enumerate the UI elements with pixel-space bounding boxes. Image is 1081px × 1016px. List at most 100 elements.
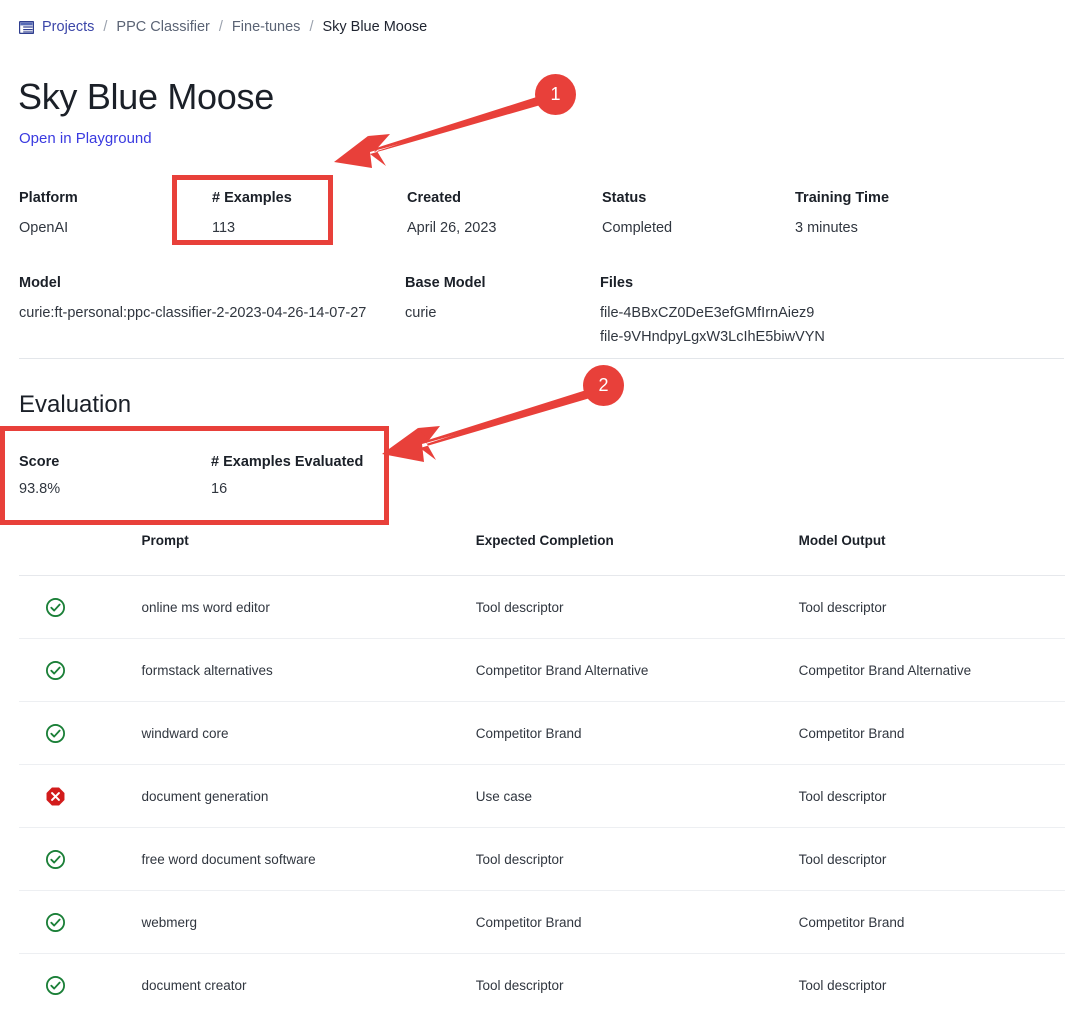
table-row[interactable]: document generationUse caseTool descript… (19, 765, 1065, 828)
column-header-model-output: Model Output (799, 533, 1065, 576)
table-cell-model-output: Competitor Brand Alternative (799, 639, 1065, 702)
table-cell-expected-completion: Competitor Brand Alternative (476, 639, 799, 702)
meta-files-label: Files (600, 273, 900, 293)
table-cell-prompt: free word document software (142, 828, 476, 891)
meta-training-time: Training Time 3 minutes (795, 188, 985, 240)
table-cell-model-output: Tool descriptor (799, 576, 1065, 639)
meta-model-label: Model (19, 273, 405, 293)
table-row[interactable]: online ms word editorTool descriptorTool… (19, 576, 1065, 639)
breadcrumb-item-fine-tunes[interactable]: Fine-tunes (232, 17, 301, 37)
meta-examples-value: 113 (212, 216, 407, 240)
table-cell-prompt: document generation (142, 765, 476, 828)
x-circle-icon (45, 786, 66, 807)
meta-created-value: April 26, 2023 (407, 216, 602, 240)
table-cell-prompt: windward core (142, 702, 476, 765)
evaluation-score-label: Score (19, 452, 211, 472)
table-cell-prompt: document creator (142, 954, 476, 1016)
meta-examples: # Examples 113 (212, 188, 407, 240)
meta-files: Files file-4BBxCZ0DeE3efGMfIrnAiez9 file… (600, 273, 900, 349)
table-cell-prompt: formstack alternatives (142, 639, 476, 702)
check-circle-icon (45, 849, 66, 870)
meta-status-value: Completed (602, 216, 795, 240)
table-cell-expected-completion: Tool descriptor (476, 828, 799, 891)
file-id: file-9VHndpyLgxW3LcIhE5biwVYN (600, 325, 900, 349)
breadcrumb-item-current: Sky Blue Moose (322, 17, 427, 37)
meta-platform: Platform OpenAI (19, 188, 212, 240)
annotation-arrow-1 (330, 90, 550, 180)
table-cell-expected-completion: Tool descriptor (476, 576, 799, 639)
check-circle-icon (45, 912, 66, 933)
table-cell-model-output: Competitor Brand (799, 702, 1065, 765)
table-row[interactable]: document creatorTool descriptorTool desc… (19, 954, 1065, 1016)
annotation-badge-2: 2 (583, 365, 624, 406)
breadcrumb-separator: / (309, 17, 313, 37)
table-cell-expected-completion: Competitor Brand (476, 891, 799, 954)
breadcrumb-item-ppc-classifier[interactable]: PPC Classifier (116, 17, 209, 37)
open-in-playground-link[interactable]: Open in Playground (19, 128, 152, 149)
evaluation-table: Prompt Expected Completion Model Output … (19, 533, 1065, 1016)
check-circle-icon (45, 975, 66, 996)
table-cell-status (19, 576, 142, 639)
meta-status: Status Completed (602, 188, 795, 240)
evaluation-score-value: 93.8% (19, 479, 211, 499)
breadcrumb-separator: / (219, 17, 223, 37)
meta-created-label: Created (407, 188, 602, 208)
evaluation-heading: Evaluation (19, 389, 131, 421)
meta-platform-value: OpenAI (19, 216, 212, 240)
table-row[interactable]: windward coreCompetitor BrandCompetitor … (19, 702, 1065, 765)
meta-base-model-value: curie (405, 301, 600, 325)
meta-training-time-value: 3 minutes (795, 216, 985, 240)
check-circle-icon (45, 597, 66, 618)
table-cell-model-output: Tool descriptor (799, 828, 1065, 891)
meta-base-model-label: Base Model (405, 273, 600, 293)
breadcrumb: Projects / PPC Classifier / Fine-tunes /… (19, 17, 427, 37)
table-cell-status (19, 891, 142, 954)
evaluation-table-header: Prompt Expected Completion Model Output (19, 533, 1065, 576)
meta-model-value: curie:ft-personal:ppc-classifier-2-2023-… (19, 301, 405, 325)
table-row[interactable]: free word document softwareTool descript… (19, 828, 1065, 891)
table-cell-model-output: Tool descriptor (799, 954, 1065, 1016)
table-cell-model-output: Competitor Brand (799, 891, 1065, 954)
evaluation-examples-evaluated-value: 16 (211, 479, 451, 499)
file-id: file-4BBxCZ0DeE3efGMfIrnAiez9 (600, 301, 900, 325)
meta-files-value: file-4BBxCZ0DeE3efGMfIrnAiez9 file-9VHnd… (600, 301, 900, 349)
breadcrumb-separator: / (103, 17, 107, 37)
table-cell-expected-completion: Competitor Brand (476, 702, 799, 765)
table-cell-prompt: online ms word editor (142, 576, 476, 639)
check-circle-icon (45, 660, 66, 681)
breadcrumb-item-projects[interactable]: Projects (42, 17, 94, 37)
table-header-row: Prompt Expected Completion Model Output (19, 533, 1065, 576)
evaluation-examples-evaluated-label: # Examples Evaluated (211, 452, 451, 472)
meta-platform-label: Platform (19, 188, 212, 208)
table-row[interactable]: formstack alternativesCompetitor Brand A… (19, 639, 1065, 702)
evaluation-table-body: online ms word editorTool descriptorTool… (19, 576, 1065, 1016)
evaluation-examples-evaluated: # Examples Evaluated 16 (211, 452, 451, 499)
window-icon (19, 21, 34, 34)
table-cell-status (19, 954, 142, 1016)
meta-created: Created April 26, 2023 (407, 188, 602, 240)
meta-status-label: Status (602, 188, 795, 208)
fine-tune-metadata: Platform OpenAI # Examples 113 Created A… (19, 188, 1064, 349)
table-row[interactable]: webmergCompetitor BrandCompetitor Brand (19, 891, 1065, 954)
section-divider (19, 358, 1064, 359)
page-title: Sky Blue Moose (18, 74, 274, 120)
table-cell-expected-completion: Use case (476, 765, 799, 828)
meta-examples-label: # Examples (212, 188, 407, 208)
evaluation-summary: Score 93.8% # Examples Evaluated 16 (19, 452, 451, 499)
table-cell-expected-completion: Tool descriptor (476, 954, 799, 1016)
column-header-status (19, 533, 142, 576)
column-header-prompt: Prompt (142, 533, 476, 576)
meta-training-time-label: Training Time (795, 188, 985, 208)
check-circle-icon (45, 723, 66, 744)
table-cell-model-output: Tool descriptor (799, 765, 1065, 828)
table-cell-status (19, 828, 142, 891)
table-cell-status (19, 639, 142, 702)
table-cell-status (19, 765, 142, 828)
annotation-badge-1: 1 (535, 74, 576, 115)
meta-model: Model curie:ft-personal:ppc-classifier-2… (19, 273, 405, 325)
table-cell-status (19, 702, 142, 765)
meta-base-model: Base Model curie (405, 273, 600, 325)
column-header-expected-completion: Expected Completion (476, 533, 799, 576)
evaluation-score: Score 93.8% (19, 452, 211, 499)
table-cell-prompt: webmerg (142, 891, 476, 954)
